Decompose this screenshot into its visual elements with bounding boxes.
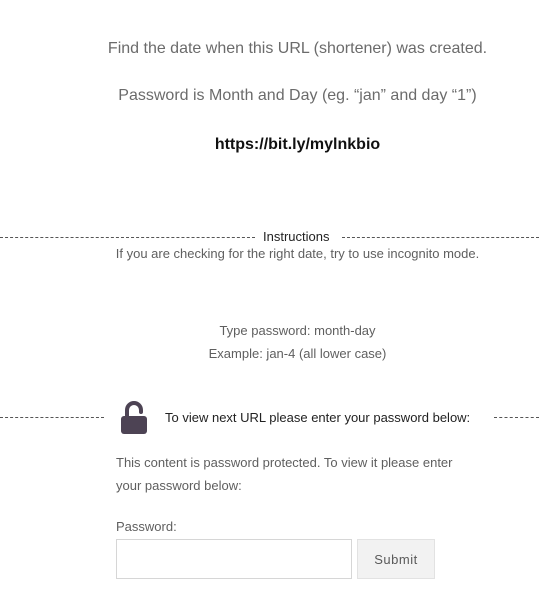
short-url: https://bit.ly/mylnkbio (214, 136, 381, 153)
divider-line-left (0, 237, 255, 238)
submit-button[interactable]: Submit (357, 539, 435, 579)
password-example-hint: Example: jan-4 (all lower case) (208, 346, 387, 361)
divider-line-left (0, 417, 104, 418)
password-input[interactable] (116, 539, 352, 579)
protected-form-heading: To view next URL please enter your passw… (165, 410, 471, 425)
instructions-divider: Instructions (0, 228, 539, 248)
divider-line-right (342, 237, 539, 238)
divider-line-right (494, 417, 539, 418)
protected-content-notice: This content is password protected. To v… (116, 455, 453, 493)
instructions-heading: Instructions (263, 229, 330, 244)
password-label: Password: (116, 519, 177, 534)
page: Find the date when this URL (shortener) … (0, 0, 539, 603)
instructions-text: If you are checking for the right date, … (115, 246, 480, 261)
password-format-hint: Type password: month-day (219, 323, 376, 338)
intro-question: Find the date when this URL (shortener) … (107, 40, 488, 57)
password-rule: Password is Month and Day (eg. “jan” and… (118, 87, 477, 104)
unlocked-padlock-icon (121, 401, 147, 434)
protected-content-divider: To view next URL please enter your passw… (0, 401, 539, 434)
